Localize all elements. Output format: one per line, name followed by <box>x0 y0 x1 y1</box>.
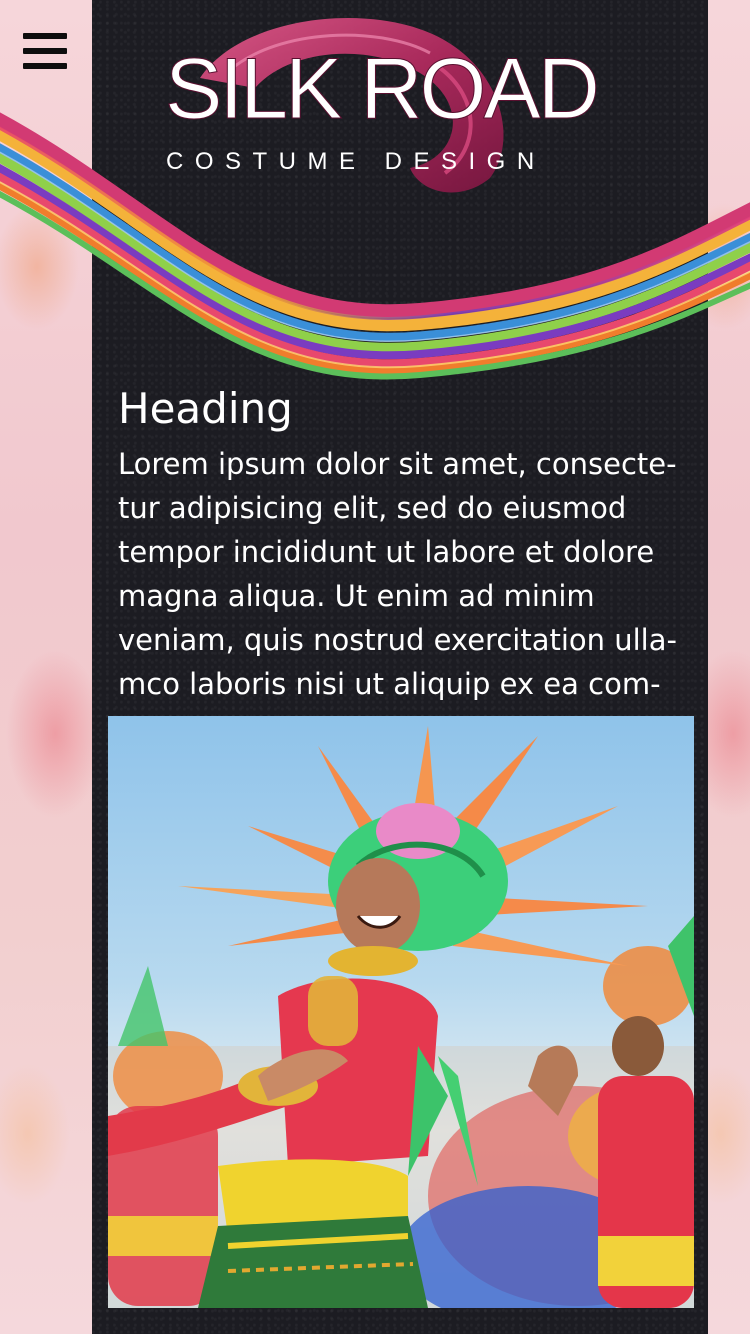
festival-dancer-photo <box>108 716 694 1308</box>
article: Heading Lorem ipsum dolor sit amet, cons… <box>118 380 688 706</box>
logo-subtitle: COSTUME DESIGN <box>166 148 546 175</box>
article-heading: Heading <box>118 384 293 433</box>
menu-bar-middle <box>23 48 67 54</box>
menu-bar-top <box>23 33 67 39</box>
silk-road-logo[interactable]: SILK ROAD COSTUME DESIGN <box>160 8 610 198</box>
article-body: Lorem ipsum dolor sit amet, consecte-tur… <box>118 447 677 701</box>
menu-bar-bottom <box>23 63 67 69</box>
hamburger-menu-icon[interactable] <box>18 28 72 74</box>
logo-title: SILK ROAD <box>165 41 601 137</box>
